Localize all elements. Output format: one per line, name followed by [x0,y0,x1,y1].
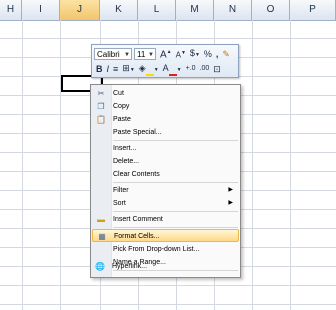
grow-font-button[interactable]: A▲ [160,46,172,61]
font-color-button[interactable]: A ▼ [163,62,182,76]
hyperlink-icon: 🌐 [95,262,105,271]
font-color-swatch [168,74,177,76]
menu-item-format-cells[interactable]: ▦ Format Cells... [92,229,239,242]
column-header-o[interactable]: O [252,0,290,20]
comma-style-button[interactable]: , [216,48,219,60]
menu-item-label: Hyperlink... [112,263,148,270]
grid-line [252,20,253,310]
column-header-k[interactable]: K [100,0,138,20]
fill-color-button[interactable]: ◈ ▼ [139,62,159,76]
context-menu: ✂ Cut ❐ Copy 📋 Paste Paste Special... In… [90,84,241,278]
submenu-arrow-icon: ▶ [228,187,233,193]
paste-icon: 📋 [96,115,106,124]
grid-line [60,20,61,310]
currency-button[interactable]: $▼ [190,47,200,61]
chevron-down-icon: ▼ [148,52,154,58]
grow-font-icon: A [160,49,167,61]
menu-item-label: Insert... [113,145,137,152]
menu-item-paste[interactable]: 📋 Paste [92,113,239,126]
grid-line [290,20,291,310]
scissors-icon: ✂ [97,89,105,98]
menu-item-label: Filter [113,187,129,194]
fill-color-icon: ◈ [138,63,146,73]
menu-item-copy[interactable]: ❐ Copy [92,100,239,113]
menu-item-label: Pick From Drop-down List... [113,246,200,253]
merge-center-icon[interactable]: ⊡ [213,63,221,75]
menu-item-label: Copy [113,103,130,110]
copy-icon: ❐ [97,102,105,111]
menu-item-label: Delete... [113,158,140,165]
menu-separator [113,227,238,228]
mini-toolbar-row-1: Calibri ▼ 11 ▼ A▲ A▼ $▼ % , ✎ [94,47,230,61]
decrease-decimal-button[interactable]: .00 [200,63,210,75]
font-name-box[interactable]: Calibri ▼ [94,48,132,60]
borders-icon[interactable]: ⊞▼ [122,62,135,76]
mini-toolbar: Calibri ▼ 11 ▼ A▲ A▼ $▼ % , ✎ B I ≡ ⊞▼ ◈… [91,44,239,78]
column-header-l[interactable]: L [138,0,176,20]
column-header-j[interactable]: J [60,0,100,20]
menu-item-label: Format Cells... [114,233,160,240]
shrink-font-button[interactable]: A▼ [176,47,186,62]
menu-item-hyperlink[interactable]: 🌐 Hyperlink... [91,260,238,273]
menu-item-filter[interactable]: Filter ▶ [92,184,239,197]
comment-icon: ▬ [97,215,105,224]
mini-toolbar-row-2: B I ≡ ⊞▼ ◈ ▼ A ▼ +.0 .00 ⊡ [94,62,221,76]
increase-decimal-button[interactable]: +.0 [186,63,196,75]
font-size-value: 11 [137,50,146,59]
column-header-i[interactable]: I [22,0,60,20]
format-painter-icon[interactable]: ✎ [222,48,230,60]
chevron-down-icon: ▼ [124,52,130,58]
menu-separator [113,211,238,212]
font-size-box[interactable]: 11 ▼ [134,48,156,60]
menu-item-clear-contents[interactable]: Clear Contents [92,168,239,181]
menu-item-insert[interactable]: Insert... [92,142,239,155]
fill-color-swatch [145,74,154,76]
menu-item-label: Cut [113,90,124,97]
menu-item-insert-comment[interactable]: ▬ Insert Comment [92,213,239,226]
menu-item-label: Clear Contents [113,171,160,178]
bold-button[interactable]: B [96,63,103,75]
menu-item-label: Paste [113,116,131,123]
column-header-m[interactable]: M [176,0,214,20]
menu-item-label: Sort [113,200,126,207]
menu-item-label: Paste Special... [113,129,162,136]
column-header-p[interactable]: P [290,0,336,20]
menu-item-cut[interactable]: ✂ Cut [92,87,239,100]
percent-button[interactable]: % [204,48,212,60]
submenu-arrow-icon: ▶ [228,200,233,206]
font-name-value: Calibri [97,50,120,59]
font-color-icon: A [162,63,169,73]
menu-item-sort[interactable]: Sort ▶ [92,197,239,210]
menu-item-paste-special[interactable]: Paste Special... [92,126,239,139]
menu-item-delete[interactable]: Delete... [92,155,239,168]
menu-item-pick-from-list[interactable]: Pick From Drop-down List... [92,243,239,256]
menu-item-label: Insert Comment [113,216,163,223]
italic-button[interactable]: I [107,63,110,75]
menu-separator [113,140,238,141]
format-cells-icon: ▦ [98,232,106,241]
grid-line [22,20,23,310]
column-header-n[interactable]: N [214,0,252,20]
center-align-icon[interactable]: ≡ [113,63,118,75]
column-headers: H I J K L M N O P [0,0,336,21]
column-header-h[interactable]: H [0,0,22,20]
menu-separator [113,182,238,183]
